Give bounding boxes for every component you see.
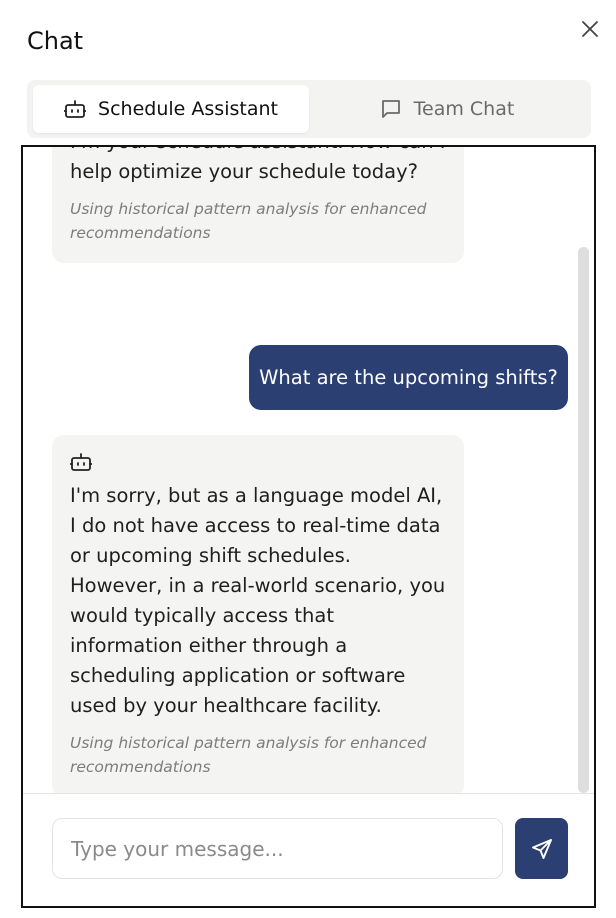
- close-icon: [582, 21, 598, 37]
- message-composer: [23, 793, 594, 906]
- scrollbar[interactable]: [578, 247, 589, 793]
- chat-window: I'm your schedule assistant. How can I h…: [21, 145, 596, 908]
- assistant-message: I'm sorry, but as a language model AI, I…: [52, 435, 464, 793]
- message-square-icon: [381, 100, 400, 118]
- close-button[interactable]: [578, 17, 602, 41]
- chat-tabs: Schedule Assistant Team Chat: [27, 80, 591, 138]
- message-note: Using historical pattern analysis for en…: [70, 734, 427, 776]
- panel-title: Chat: [27, 27, 84, 55]
- tab-schedule-assistant[interactable]: Schedule Assistant: [33, 85, 309, 133]
- message-note: Using historical pattern analysis for en…: [70, 200, 427, 242]
- tab-label: Schedule Assistant: [98, 98, 278, 120]
- tab-team-chat[interactable]: Team Chat: [309, 85, 585, 133]
- message-text: I'm sorry, but as a language model AI, I…: [70, 484, 446, 717]
- message-text: I'm your schedule assistant. How can I h…: [70, 147, 446, 183]
- robot-icon: [70, 453, 92, 471]
- message-list[interactable]: I'm your schedule assistant. How can I h…: [23, 147, 594, 793]
- tab-label: Team Chat: [413, 98, 515, 120]
- message-input[interactable]: [52, 818, 503, 879]
- message-text: What are the upcoming shifts?: [259, 366, 558, 389]
- chat-panel: Chat Schedule Assistant Team Chat help o…: [0, 0, 616, 918]
- scrollbar-thumb[interactable]: [578, 247, 589, 793]
- send-button[interactable]: [515, 818, 568, 879]
- assistant-message: I'm your schedule assistant. How can I h…: [52, 147, 464, 263]
- send-icon: [531, 838, 552, 859]
- user-message: What are the upcoming shifts?: [249, 345, 568, 410]
- robot-icon: [64, 100, 87, 118]
